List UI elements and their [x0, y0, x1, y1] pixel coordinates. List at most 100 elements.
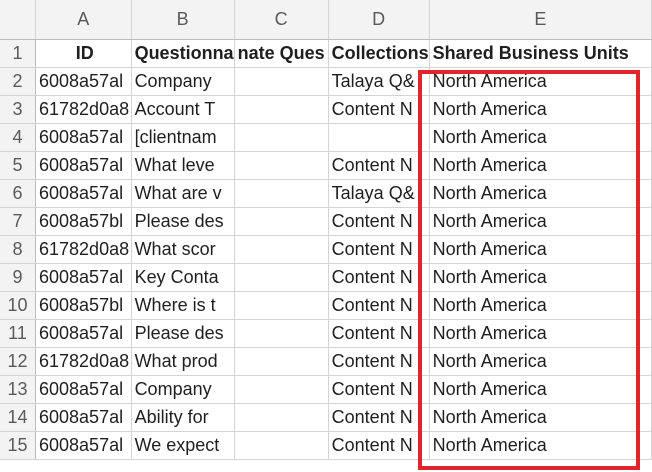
cell[interactable]: Content N [328, 319, 430, 348]
cell[interactable]: Ability for [131, 403, 235, 432]
cell[interactable]: 61782d0a8 [35, 235, 132, 264]
cell[interactable]: Talaya Q& [328, 179, 430, 208]
cell[interactable] [234, 207, 329, 236]
cell[interactable]: Content N [328, 291, 430, 320]
column-header-d[interactable]: D [328, 0, 430, 40]
cell[interactable]: What prod [131, 347, 235, 376]
row-header[interactable]: 4 [0, 123, 36, 152]
cell[interactable]: North America [429, 403, 652, 432]
cell[interactable]: North America [429, 347, 652, 376]
cell[interactable]: Shared Business Units [429, 39, 652, 68]
cell[interactable]: Content N [328, 151, 430, 180]
row-header[interactable]: 12 [0, 347, 36, 376]
cell[interactable]: What are v [131, 179, 235, 208]
cell[interactable] [234, 123, 329, 152]
cell[interactable]: North America [429, 207, 652, 236]
row-header[interactable]: 1 [0, 39, 36, 68]
cell[interactable] [234, 347, 329, 376]
cell[interactable]: 6008a57al [35, 263, 132, 292]
cell[interactable]: ID [35, 39, 132, 68]
cell[interactable]: 6008a57al [35, 319, 132, 348]
cell[interactable]: 6008a57al [35, 67, 132, 96]
cell[interactable]: Company [131, 375, 235, 404]
cell[interactable]: Collections [328, 39, 430, 68]
row-header[interactable]: 7 [0, 207, 36, 236]
cell[interactable]: Talaya Q& [328, 67, 430, 96]
cell[interactable]: Content N [328, 263, 430, 292]
row-header[interactable]: 8 [0, 235, 36, 264]
cell[interactable] [234, 403, 329, 432]
cell[interactable]: Content N [328, 431, 430, 460]
cell[interactable]: North America [429, 235, 652, 264]
cell[interactable]: North America [429, 431, 652, 460]
cell[interactable] [234, 319, 329, 348]
row-header[interactable]: 6 [0, 179, 36, 208]
column-header-a[interactable]: A [35, 0, 132, 40]
cell[interactable]: 6008a57bl [35, 207, 132, 236]
row-header[interactable]: 15 [0, 431, 36, 460]
cell[interactable]: Questionna [131, 39, 235, 68]
cell[interactable]: North America [429, 123, 652, 152]
row-header[interactable]: 13 [0, 375, 36, 404]
cell[interactable] [234, 291, 329, 320]
table-row: 4 6008a57al [clientnam North America [0, 123, 652, 152]
cell[interactable]: North America [429, 291, 652, 320]
select-all-corner[interactable] [0, 0, 36, 40]
row-header[interactable]: 14 [0, 403, 36, 432]
cell[interactable]: 6008a57al [35, 431, 132, 460]
cell[interactable]: 6008a57al [35, 179, 132, 208]
column-header-row: A B C D E [0, 0, 652, 40]
cell[interactable]: 6008a57bl [35, 291, 132, 320]
row-header[interactable]: 2 [0, 67, 36, 96]
cell[interactable] [234, 95, 329, 124]
cell[interactable]: North America [429, 375, 652, 404]
column-header-e[interactable]: E [429, 0, 652, 40]
cell[interactable] [234, 67, 329, 96]
cell[interactable]: 6008a57al [35, 151, 132, 180]
cell[interactable]: Content N [328, 95, 430, 124]
row-header[interactable]: 11 [0, 319, 36, 348]
column-header-c[interactable]: C [234, 0, 329, 40]
cell[interactable] [234, 179, 329, 208]
cell[interactable]: Content N [328, 375, 430, 404]
cell[interactable] [234, 375, 329, 404]
cell[interactable]: 61782d0a8 [35, 95, 132, 124]
cell[interactable] [234, 431, 329, 460]
cell[interactable]: North America [429, 95, 652, 124]
cell[interactable] [234, 263, 329, 292]
cell[interactable]: North America [429, 319, 652, 348]
cell[interactable]: 6008a57al [35, 375, 132, 404]
cell[interactable]: 6008a57al [35, 403, 132, 432]
cell[interactable]: North America [429, 67, 652, 96]
cell[interactable] [234, 151, 329, 180]
cell[interactable] [328, 123, 430, 152]
cell[interactable]: What leve [131, 151, 235, 180]
cell[interactable]: Company [131, 67, 235, 96]
cell[interactable] [234, 235, 329, 264]
cell[interactable]: North America [429, 179, 652, 208]
cell[interactable]: nate Ques [234, 39, 329, 68]
cell[interactable]: Where is t [131, 291, 235, 320]
cell[interactable]: 61782d0a8 [35, 347, 132, 376]
cell[interactable]: What scor [131, 235, 235, 264]
cell[interactable]: Content N [328, 235, 430, 264]
cell[interactable]: Content N [328, 347, 430, 376]
cell[interactable]: Content N [328, 207, 430, 236]
row-header[interactable]: 9 [0, 263, 36, 292]
cell[interactable]: North America [429, 151, 652, 180]
cell[interactable]: Key Conta [131, 263, 235, 292]
cell[interactable]: We expect [131, 431, 235, 460]
column-header-b[interactable]: B [131, 0, 235, 40]
table-row: 1 ID Questionna nate Ques Collections Sh… [0, 39, 652, 68]
cell[interactable]: Please des [131, 319, 235, 348]
row-header[interactable]: 10 [0, 291, 36, 320]
cell[interactable]: Account T [131, 95, 235, 124]
table-row: 11 6008a57al Please des Content N North Amer… [0, 319, 652, 348]
cell[interactable]: Content N [328, 403, 430, 432]
row-header[interactable]: 5 [0, 151, 36, 180]
cell[interactable]: 6008a57al [35, 123, 132, 152]
cell[interactable]: Please des [131, 207, 235, 236]
row-header[interactable]: 3 [0, 95, 36, 124]
cell[interactable]: North America [429, 263, 652, 292]
cell[interactable]: [clientnam [131, 123, 235, 152]
